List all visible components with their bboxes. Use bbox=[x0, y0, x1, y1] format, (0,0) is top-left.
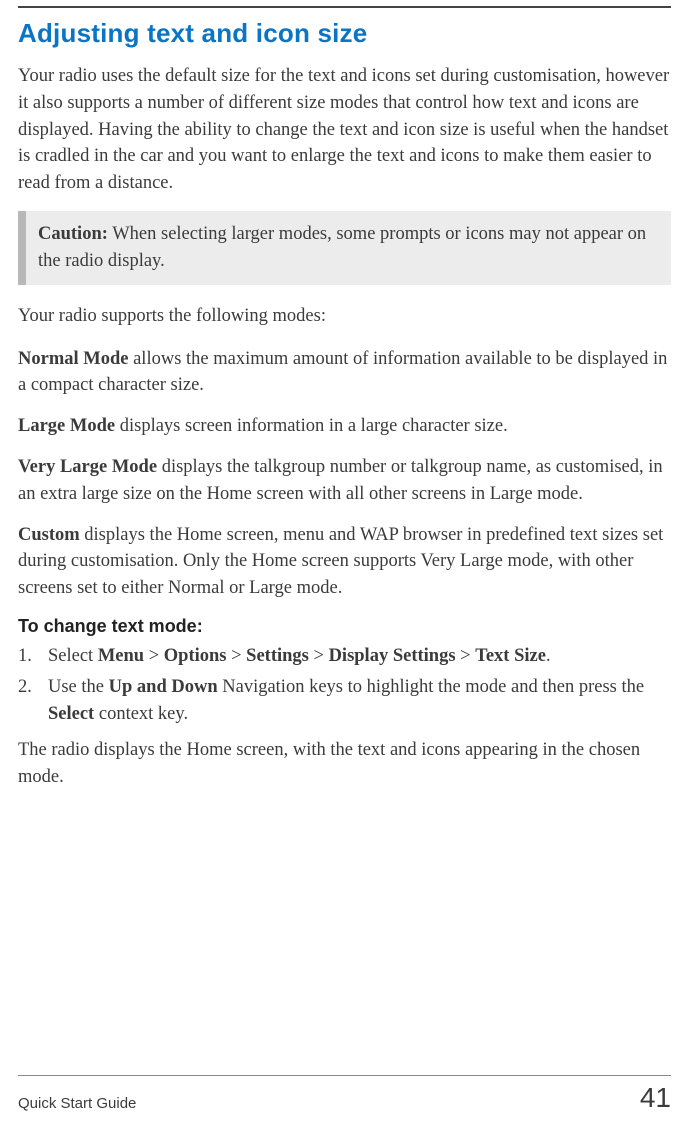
page-heading: Adjusting text and icon size bbox=[18, 18, 671, 49]
step-1-end: . bbox=[546, 646, 551, 666]
mode-very-large-name: Very Large Mode bbox=[18, 457, 157, 477]
step-1-menu: Menu bbox=[98, 646, 144, 666]
step-2: Use the Up and Down Navigation keys to h… bbox=[18, 674, 671, 728]
mode-large: Large Mode displays screen information i… bbox=[18, 413, 671, 440]
page-footer: Quick Start Guide 41 bbox=[18, 1075, 671, 1112]
step-1-settings: Settings bbox=[246, 646, 309, 666]
change-text-mode-heading: To change text mode: bbox=[18, 616, 671, 637]
mode-large-desc: displays screen information in a large c… bbox=[115, 416, 508, 436]
step-2-updown: Up and Down bbox=[109, 677, 218, 697]
step-2-select: Select bbox=[48, 704, 94, 724]
caution-body: When selecting larger modes, some prompt… bbox=[38, 224, 646, 271]
top-rule bbox=[18, 6, 671, 8]
footer-guide-label: Quick Start Guide bbox=[18, 1095, 136, 1112]
step-1-textsize: Text Size bbox=[475, 646, 546, 666]
mode-very-large: Very Large Mode displays the talkgroup n… bbox=[18, 454, 671, 508]
steps-list: Select Menu > Options > Settings > Displ… bbox=[18, 643, 671, 727]
step-2-end: context key. bbox=[94, 704, 188, 724]
mode-custom: Custom displays the Home screen, menu an… bbox=[18, 522, 671, 602]
step-2-prefix: Use the bbox=[48, 677, 109, 697]
step-2-mid: Navigation keys to highlight the mode an… bbox=[218, 677, 644, 697]
caution-label: Caution: bbox=[38, 224, 108, 244]
mode-custom-name: Custom bbox=[18, 525, 80, 545]
intro-paragraph: Your radio uses the default size for the… bbox=[18, 63, 671, 197]
step-1: Select Menu > Options > Settings > Displ… bbox=[18, 643, 671, 670]
mode-large-name: Large Mode bbox=[18, 416, 115, 436]
supports-lead: Your radio supports the following modes: bbox=[18, 303, 671, 330]
step-1-gt2: > bbox=[226, 646, 246, 666]
caution-box: Caution: When selecting larger modes, so… bbox=[18, 211, 671, 285]
mode-normal: Normal Mode allows the maximum amount of… bbox=[18, 346, 671, 400]
result-paragraph: The radio displays the Home screen, with… bbox=[18, 737, 671, 791]
step-1-gt1: > bbox=[144, 646, 164, 666]
step-1-gt3: > bbox=[309, 646, 329, 666]
step-1-gt4: > bbox=[456, 646, 476, 666]
step-1-prefix: Select bbox=[48, 646, 98, 666]
mode-normal-name: Normal Mode bbox=[18, 349, 128, 369]
footer-page-number: 41 bbox=[640, 1084, 671, 1112]
step-1-display: Display Settings bbox=[329, 646, 456, 666]
mode-custom-desc: displays the Home screen, menu and WAP b… bbox=[18, 525, 663, 599]
step-1-options: Options bbox=[164, 646, 227, 666]
